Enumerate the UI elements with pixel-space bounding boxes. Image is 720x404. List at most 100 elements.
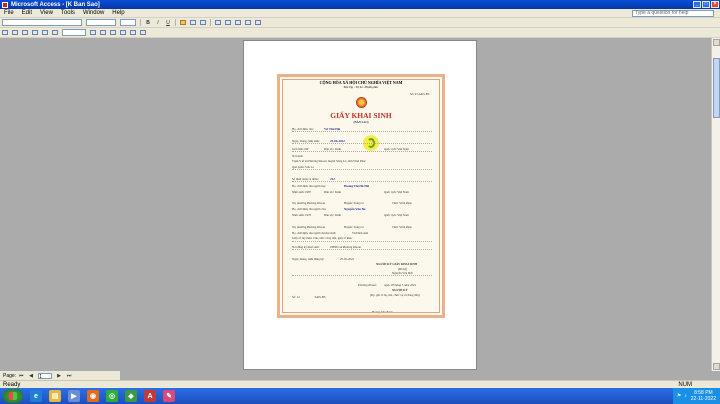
name-label: Họ, chữ đệm, tên: <box>292 127 314 131</box>
declarant-doc: Giấy tờ tùy thân: Căn cước công dân, giấ… <box>292 236 353 240</box>
copy-signer: NGƯỜI KÝ <box>392 288 408 292</box>
clock[interactable]: 8:58 PM 22-11-2022 <box>691 390 716 402</box>
line-color-icon[interactable] <box>234 19 242 26</box>
dob-label: Ngày, tháng, năm sinh: <box>292 139 320 143</box>
start-button[interactable] <box>3 389 23 403</box>
two-pages-icon[interactable] <box>41 29 49 36</box>
cert-title: GIẤY KHAI SINH <box>330 111 392 120</box>
font-select[interactable] <box>86 19 116 26</box>
line-width-icon[interactable] <box>244 19 252 26</box>
underline-button[interactable]: U <box>164 19 172 26</box>
new-object-icon[interactable] <box>129 29 137 36</box>
nationality-label: Quốc tịch: Việt Nam <box>384 147 409 151</box>
office-links-icon[interactable] <box>109 29 117 36</box>
status-ready: Ready <box>3 381 21 388</box>
window-title: Microsoft Access - [K Ban Sao] <box>11 1 100 8</box>
special-effect-icon[interactable] <box>254 19 262 26</box>
gender-label: Giới tính: Nữ <box>292 147 309 151</box>
menu-edit[interactable]: Edit <box>18 10 36 16</box>
zoom-select[interactable] <box>62 29 86 36</box>
setup-icon[interactable] <box>99 29 107 36</box>
close-button[interactable]: × <box>711 1 719 8</box>
signer-name: Nguyễn Văn Đức <box>392 271 414 275</box>
father-nationality: Quốc tịch: Việt Nam <box>384 213 409 217</box>
menu-view[interactable]: View <box>36 10 57 16</box>
father-name: Nguyễn Văn Ba <box>344 207 366 211</box>
mother-label: Họ, chữ đệm, tên người mẹ: <box>292 184 326 188</box>
paint-icon[interactable]: ✎ <box>163 390 175 402</box>
title-bar: Microsoft Access - [K Ban Sao] _ □ × <box>0 0 720 9</box>
database-window-icon[interactable] <box>119 29 127 36</box>
hometown-label: Quê quán: Sơn La <box>292 165 314 169</box>
align-center-button[interactable] <box>189 19 197 26</box>
father-ethnic: Dân tộc: Kinh <box>324 213 341 217</box>
access-taskbar-icon[interactable]: A <box>144 390 156 402</box>
id-value: 222 <box>330 177 335 181</box>
ie-icon[interactable]: e <box>30 390 42 402</box>
signer-title: NGƯỜI KÝ GIẤY KHAI SINH <box>376 262 417 266</box>
zoom-icon[interactable] <box>21 29 29 36</box>
media-icon[interactable]: ▶ <box>68 390 80 402</box>
taskbar: e ▤ ▶ ◉ ◎ ◆ A ✎ ⚑ ♪ 8:58 PM 22-11-2022 <box>0 388 720 404</box>
app-icon[interactable]: ◆ <box>125 390 137 402</box>
menu-tools[interactable]: Tools <box>57 10 79 16</box>
father-province: Tỉnh: Vĩnh Phúc <box>392 225 412 229</box>
italic-button[interactable]: I <box>154 19 162 26</box>
align-right-button[interactable] <box>199 19 207 26</box>
signer-sub: (Đã ký) <box>398 267 408 271</box>
scroll-down-arrow[interactable] <box>713 363 720 370</box>
bold-button[interactable]: B <box>144 19 152 26</box>
maximize-button[interactable]: □ <box>702 1 710 8</box>
mother-province: Tỉnh: Vĩnh Phúc <box>392 201 412 205</box>
num-lock-indicator: NUM <box>678 381 692 388</box>
reg-place-value: UBND xã Phương Khoan <box>330 245 361 249</box>
reg-date-label: Ngày, tháng, năm đăng ký: <box>292 257 325 261</box>
father-residence: Xã, phường Phương Khoan <box>292 225 326 229</box>
child-name: Vũ Thu Hải <box>324 127 341 131</box>
dob-value: 25-06-2022 <box>330 139 345 143</box>
prev-page-button[interactable]: ◀ <box>27 372 35 379</box>
page-navigator: Page: ⏮ ◀ 1 ▶ ⏭ <box>0 371 120 380</box>
print-preview-toolbar <box>0 28 720 38</box>
scroll-up-arrow[interactable] <box>713 39 720 46</box>
id-label: Số định danh cá nhân: <box>292 177 319 181</box>
menu-bar: File Edit View Tools Window Help Type a … <box>0 9 720 18</box>
system-tray: ⚑ ♪ 8:58 PM 22-11-2022 <box>672 388 720 404</box>
minimize-button[interactable]: _ <box>693 1 701 8</box>
mother-nationality: Quốc tịch: Việt Nam <box>384 190 409 194</box>
first-page-button[interactable]: ⏮ <box>17 372 25 379</box>
font-size-select[interactable] <box>120 19 136 26</box>
fill-color-icon[interactable] <box>214 19 222 26</box>
chrome-icon[interactable]: ◎ <box>106 390 118 402</box>
birthplace-label: Nơi sinh: <box>292 154 304 158</box>
cert-header: CỘNG HÒA XÃ HỘI CHỦ NGHĨA VIỆT NAM <box>319 80 403 85</box>
help-icon[interactable] <box>139 29 147 36</box>
copy-signer-note: (Ký, ghi rõ họ, tên, chức vụ và đóng dấu… <box>370 293 420 297</box>
menu-window[interactable]: Window <box>79 10 108 16</box>
last-page-button[interactable]: ⏭ <box>65 372 73 379</box>
view-icon[interactable] <box>1 29 9 36</box>
menu-help[interactable]: Help <box>108 10 128 16</box>
align-left-button[interactable] <box>179 19 187 26</box>
firefox-icon[interactable]: ◉ <box>87 390 99 402</box>
next-page-button[interactable]: ▶ <box>55 372 63 379</box>
menu-file[interactable]: File <box>0 10 18 16</box>
mother-name: Hoàng Thị Hà Nhi <box>344 184 370 188</box>
windows-logo-icon <box>9 392 17 400</box>
multiple-pages-icon[interactable] <box>51 29 59 36</box>
volume-icon[interactable]: ♪ <box>684 393 687 399</box>
book-ref: /GKS-BS <box>314 295 326 299</box>
font-color-icon[interactable] <box>224 19 232 26</box>
page-number-input[interactable]: 1 <box>38 372 53 380</box>
page-label: Page: <box>3 372 17 379</box>
object-select[interactable] <box>2 19 82 26</box>
vertical-scrollbar[interactable] <box>711 38 720 371</box>
explorer-icon[interactable]: ▤ <box>49 390 61 402</box>
close-preview-icon[interactable] <box>89 29 97 36</box>
copy-date: ngày 28 tháng 5 năm 2022 <box>384 283 417 287</box>
help-search-input[interactable]: Type a question for help <box>632 9 714 17</box>
scroll-thumb[interactable] <box>713 58 720 118</box>
print-icon[interactable] <box>11 29 19 36</box>
flag-icon[interactable]: ⚑ <box>677 393 681 399</box>
one-page-icon[interactable] <box>31 29 39 36</box>
